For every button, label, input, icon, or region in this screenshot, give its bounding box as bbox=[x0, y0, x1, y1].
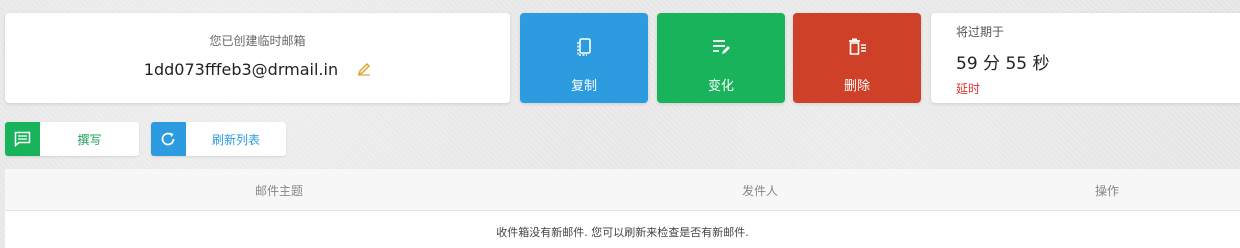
compose-label: 撰写 bbox=[77, 133, 102, 147]
empty-inbox-message: 收件箱没有新邮件. 您可以刷新来检查是否有新邮件. bbox=[496, 226, 749, 239]
copy-label: 复制 bbox=[570, 79, 597, 94]
email-label: 您已创建临时邮箱 bbox=[209, 34, 306, 48]
column-sender: 发件人 bbox=[742, 184, 779, 198]
change-label: 变化 bbox=[707, 79, 734, 94]
email-address-row: 1dd073fffeb3@drmail.in bbox=[5, 60, 510, 80]
email-card: 您已创建临时邮箱 1dd073fffeb3@drmail.in bbox=[5, 13, 510, 103]
compose-button[interactable]: 撰写 bbox=[5, 122, 139, 156]
inbox-table-header: 邮件主题 发件人 操作 bbox=[5, 169, 1240, 211]
column-subject: 邮件主题 bbox=[255, 184, 304, 198]
refresh-icon bbox=[161, 132, 175, 146]
column-actions: 操作 bbox=[1095, 184, 1120, 198]
refresh-label: 刷新列表 bbox=[211, 133, 260, 147]
expiry-card: 将过期于 59 分 55 秒 延时 bbox=[931, 13, 1240, 103]
trash-icon bbox=[849, 38, 866, 55]
delete-button[interactable]: 删除 bbox=[793, 13, 921, 103]
extend-link[interactable]: 延时 bbox=[956, 80, 980, 97]
copy-icon bbox=[577, 38, 591, 56]
delete-label: 删除 bbox=[843, 79, 870, 94]
edit-pencil-icon[interactable] bbox=[357, 61, 371, 80]
email-address[interactable]: 1dd073fffeb3@drmail.in bbox=[144, 60, 338, 79]
expiry-label: 将过期于 bbox=[956, 25, 1005, 39]
message-icon bbox=[14, 131, 31, 147]
inbox-table: 邮件主题 发件人 操作 收件箱没有新邮件. 您可以刷新来检查是否有新邮件. bbox=[5, 169, 1240, 248]
countdown-value: 59 分 55 秒 bbox=[956, 54, 1050, 74]
copy-button[interactable]: 复制 bbox=[520, 13, 648, 103]
refresh-list-button[interactable]: 刷新列表 bbox=[151, 122, 286, 156]
edit-list-icon bbox=[713, 40, 730, 54]
change-button[interactable]: 变化 bbox=[657, 13, 785, 103]
